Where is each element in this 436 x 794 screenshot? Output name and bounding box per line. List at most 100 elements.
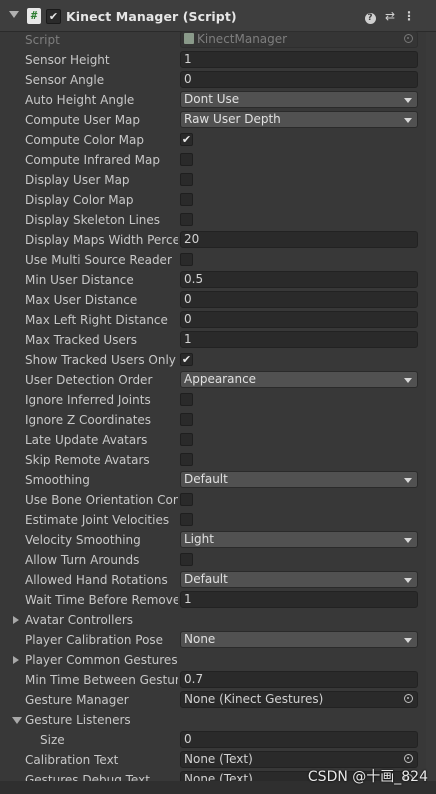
dropdown-caret-icon xyxy=(404,378,412,383)
dropdown-caret-icon xyxy=(404,98,412,103)
property-row-avatar-controllers[interactable]: Avatar Controllers xyxy=(0,610,436,630)
property-label: Avatar Controllers xyxy=(25,613,134,627)
property-label: Gesture Manager xyxy=(25,693,129,707)
property-label: Velocity Smoothing xyxy=(25,533,141,547)
property-row-script: Script KinectManager xyxy=(0,30,436,50)
dropdown-caret-icon xyxy=(404,118,412,123)
skip-remote-avatars-checkbox[interactable] xyxy=(180,453,193,466)
property-row-player-common-gestures[interactable]: Player Common Gestures xyxy=(0,650,436,670)
property-row-sensor-angle: Sensor Angle 0 xyxy=(0,70,436,90)
property-row-wait-time-before-remove: Wait Time Before Remove 1 xyxy=(0,590,436,610)
property-row-display-maps-width-percent: Display Maps Width Percent 20 xyxy=(0,230,436,250)
property-label: Min Time Between Gestures xyxy=(25,673,178,687)
property-label: Use Multi Source Reader xyxy=(25,253,172,267)
object-picker-icon[interactable] xyxy=(404,34,413,43)
component-header[interactable]: # ✔ Kinect Manager (Script) ? ⇄ ⋮ xyxy=(0,0,436,32)
dropdown-caret-icon xyxy=(404,578,412,583)
use-multi-source-reader-checkbox[interactable] xyxy=(180,253,193,266)
object-picker-icon[interactable] xyxy=(404,754,413,763)
csharp-script-icon: # xyxy=(27,8,41,24)
gesture-manager-object-field[interactable]: None (Kinect Gestures) xyxy=(180,691,418,708)
context-menu-icon[interactable]: ⋮ xyxy=(402,8,416,24)
min-user-distance-field[interactable]: 0.5 xyxy=(180,271,418,288)
property-row-gesture-manager: Gesture Manager None (Kinect Gestures) xyxy=(0,690,436,710)
property-row-estimate-joint-velocities: Estimate Joint Velocities xyxy=(0,510,436,530)
estimate-joint-velocities-checkbox[interactable] xyxy=(180,513,193,526)
min-time-between-gestures-field[interactable]: 0.7 xyxy=(180,671,418,688)
object-picker-icon[interactable] xyxy=(404,694,413,703)
property-label: Auto Height Angle xyxy=(25,93,135,107)
ignore-z-coordinates-checkbox[interactable] xyxy=(180,413,193,426)
property-row-max-left-right-distance: Max Left Right Distance 0 xyxy=(0,310,436,330)
property-row-compute-color-map: Compute Color Map ✔ xyxy=(0,130,436,150)
property-label: Sensor Height xyxy=(25,53,110,67)
size-field[interactable]: 0 xyxy=(180,731,418,748)
auto-height-angle-dropdown[interactable]: Dont Use xyxy=(180,91,418,108)
wait-time-before-remove-field[interactable]: 1 xyxy=(180,591,418,608)
script-asset-icon xyxy=(184,33,194,44)
foldout-closed-icon[interactable] xyxy=(13,616,19,624)
use-bone-orientation-constraints-checkbox[interactable] xyxy=(180,493,193,506)
player-calibration-pose-dropdown[interactable]: None xyxy=(180,631,418,648)
foldout-closed-icon[interactable] xyxy=(13,656,19,664)
property-label: Gesture Listeners xyxy=(25,713,131,727)
velocity-smoothing-dropdown[interactable]: Light xyxy=(180,531,418,548)
sensor-height-field[interactable]: 1 xyxy=(180,51,418,68)
dropdown-caret-icon xyxy=(404,478,412,483)
display-color-map-checkbox[interactable] xyxy=(180,193,193,206)
property-row-use-bone-orientation-constraints: Use Bone Orientation Constraints xyxy=(0,490,436,510)
max-tracked-users-field[interactable]: 1 xyxy=(180,331,418,348)
help-icon[interactable]: ? xyxy=(363,8,377,24)
property-row-late-update-avatars: Late Update Avatars xyxy=(0,430,436,450)
dropdown-value: Light xyxy=(184,532,214,546)
property-label: Use Bone Orientation Constraints xyxy=(25,493,178,507)
display-user-map-checkbox[interactable] xyxy=(180,173,193,186)
display-maps-width-percent-field[interactable]: 20 xyxy=(180,231,418,248)
property-label: Display Color Map xyxy=(25,193,134,207)
property-label: Wait Time Before Remove xyxy=(25,593,178,607)
smoothing-dropdown[interactable]: Default xyxy=(180,471,418,488)
property-label: Late Update Avatars xyxy=(25,433,148,447)
property-label: Compute Color Map xyxy=(25,133,145,147)
max-left-right-distance-field[interactable]: 0 xyxy=(180,311,418,328)
property-label: Smoothing xyxy=(25,473,90,487)
allow-turn-arounds-checkbox[interactable] xyxy=(180,553,193,566)
dropdown-value: None xyxy=(184,632,216,646)
foldout-open-icon[interactable] xyxy=(12,717,22,724)
property-row-user-detection-order: User Detection Order Appearance xyxy=(0,370,436,390)
dropdown-value: Dont Use xyxy=(184,92,240,106)
late-update-avatars-checkbox[interactable] xyxy=(180,433,193,446)
scrollbar[interactable] xyxy=(426,32,436,794)
property-label: Skip Remote Avatars xyxy=(25,453,150,467)
property-row-display-user-map: Display User Map xyxy=(0,170,436,190)
user-detection-order-dropdown[interactable]: Appearance xyxy=(180,371,418,388)
ignore-inferred-joints-checkbox[interactable] xyxy=(180,393,193,406)
show-tracked-users-only-checkbox[interactable]: ✔ xyxy=(180,353,193,366)
property-label: Allow Turn Arounds xyxy=(25,553,140,567)
property-row-allow-turn-arounds: Allow Turn Arounds xyxy=(0,550,436,570)
property-row-gesture-listeners[interactable]: Gesture Listeners xyxy=(0,710,436,730)
allowed-hand-rotations-dropdown[interactable]: Default xyxy=(180,571,418,588)
property-label: User Detection Order xyxy=(25,373,153,387)
property-row-sensor-height: Sensor Height 1 xyxy=(0,50,436,70)
compute-infrared-map-checkbox[interactable] xyxy=(180,153,193,166)
property-row-max-tracked-users: Max Tracked Users 1 xyxy=(0,330,436,350)
compute-color-map-checkbox[interactable]: ✔ xyxy=(180,133,193,146)
max-user-distance-field[interactable]: 0 xyxy=(180,291,418,308)
property-label: Show Tracked Users Only xyxy=(25,353,176,367)
property-row-compute-infrared-map: Compute Infrared Map xyxy=(0,150,436,170)
component-enabled-checkbox[interactable]: ✔ xyxy=(46,9,61,24)
property-label: Ignore Inferred Joints xyxy=(25,393,151,407)
property-label: Display Maps Width Percent xyxy=(25,233,178,247)
display-skeleton-lines-checkbox[interactable] xyxy=(180,213,193,226)
foldout-arrow-icon[interactable] xyxy=(9,11,19,18)
object-field-value: None (Kinect Gestures) xyxy=(184,692,324,706)
presets-icon[interactable]: ⇄ xyxy=(383,8,397,24)
property-row-compute-user-map: Compute User Map Raw User Depth xyxy=(0,110,436,130)
property-label: Min User Distance xyxy=(25,273,134,287)
sensor-angle-field[interactable]: 0 xyxy=(180,71,418,88)
property-label: Compute Infrared Map xyxy=(25,153,160,167)
property-label: Max Tracked Users xyxy=(25,333,138,347)
compute-user-map-dropdown[interactable]: Raw User Depth xyxy=(180,111,418,128)
script-object-field[interactable]: KinectManager xyxy=(180,31,418,48)
